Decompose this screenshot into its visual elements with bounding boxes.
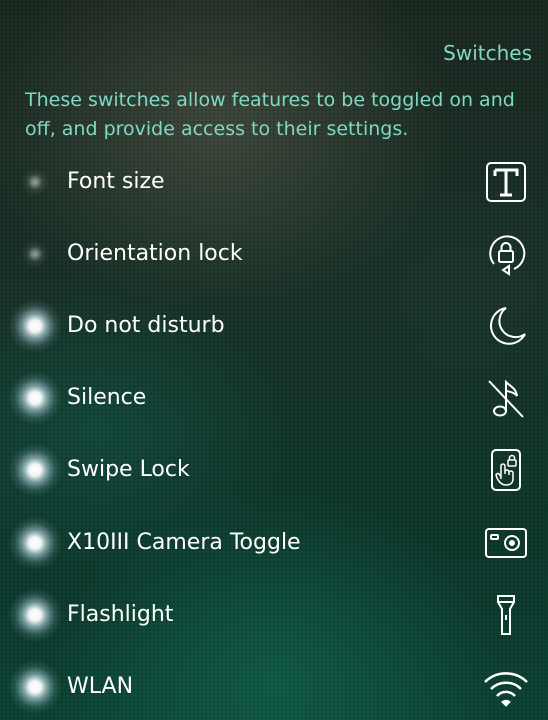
switch-camera-toggle[interactable]: X10III Camera Toggle: [0, 513, 548, 573]
switch-indicator-off: [8, 155, 62, 209]
switch-indicator-on: [8, 371, 62, 425]
switch-label: WLAN: [67, 674, 134, 699]
switch-do-not-disturb[interactable]: Do not disturb: [0, 296, 548, 356]
switch-label: X10III Camera Toggle: [67, 530, 301, 555]
switch-label: Flashlight: [67, 602, 174, 627]
switch-label: Silence: [67, 385, 147, 410]
flashlight-icon: [484, 593, 528, 637]
font-size-icon: [484, 160, 528, 204]
switch-swipe-lock[interactable]: Swipe Lock: [0, 440, 548, 500]
switch-indicator-on: [8, 660, 62, 714]
switch-indicator-on: [8, 516, 62, 570]
switch-label: Font size: [67, 169, 165, 194]
camera-icon: [484, 521, 528, 565]
switch-indicator-off: [8, 227, 62, 281]
wifi-icon: [484, 665, 528, 709]
switch-indicator-on: [8, 588, 62, 642]
switch-flashlight[interactable]: Flashlight: [0, 585, 548, 645]
switch-label: Do not disturb: [67, 313, 225, 338]
moon-icon: [484, 304, 528, 348]
switch-orientation-lock[interactable]: Orientation lock: [0, 224, 548, 284]
switch-label: Orientation lock: [67, 241, 243, 266]
switch-label: Swipe Lock: [67, 457, 190, 482]
page-description: These switches allow features to be togg…: [25, 89, 515, 140]
switch-silence[interactable]: Silence: [0, 368, 548, 428]
page-title: Switches: [443, 41, 532, 65]
switch-indicator-on: [8, 299, 62, 353]
orientation-lock-icon: [484, 232, 528, 276]
muted-note-icon: [484, 376, 528, 420]
switch-font-size[interactable]: Font size: [0, 152, 548, 212]
swipe-lock-icon: [484, 448, 528, 492]
switch-wlan[interactable]: WLAN: [0, 657, 548, 717]
switch-indicator-on: [8, 443, 62, 497]
